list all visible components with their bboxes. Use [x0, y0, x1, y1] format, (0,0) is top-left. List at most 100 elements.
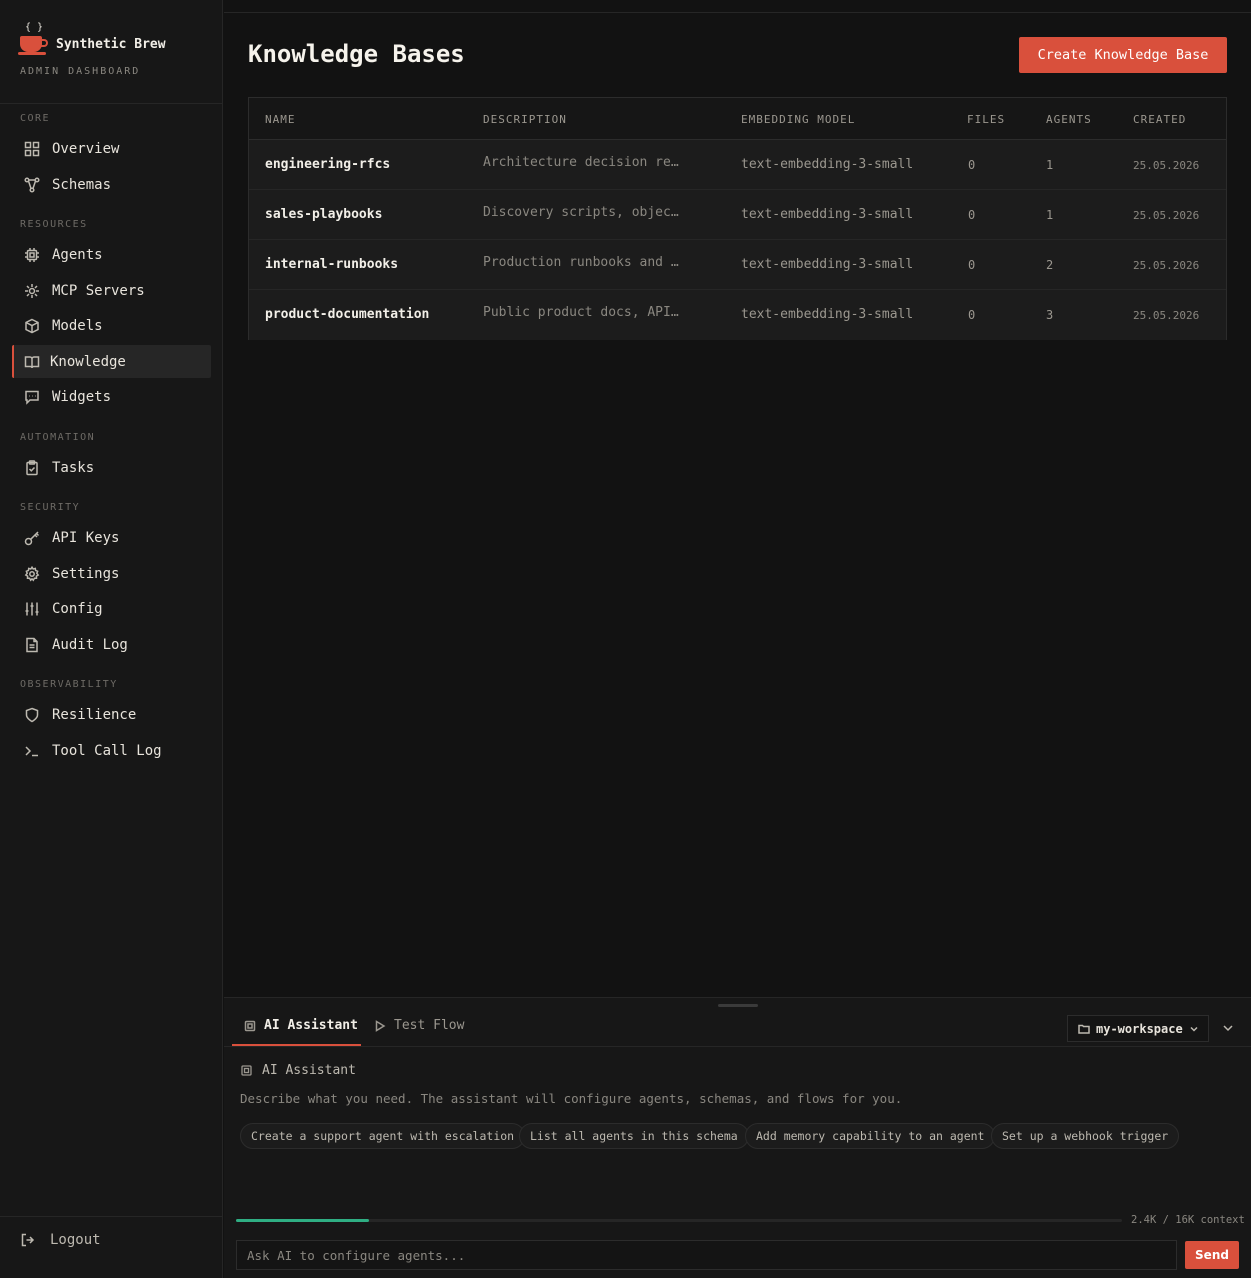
assistant-title: AI Assistant	[262, 1063, 356, 1078]
kb-description: Architecture decision re…	[483, 155, 679, 170]
kb-agents-count: 1	[1046, 208, 1054, 222]
sidebar-item-label: MCP Servers	[52, 282, 145, 299]
kb-description: Public product docs, API…	[483, 305, 679, 320]
chat-input[interactable]	[236, 1240, 1177, 1270]
sidebar-item-label: Settings	[52, 565, 120, 582]
column-header-files[interactable]: FILES	[967, 113, 1005, 126]
sidebar-item-knowledge[interactable]: Knowledge	[12, 345, 211, 378]
logout-button[interactable]: Logout	[20, 1232, 101, 1248]
sliders-icon	[12, 601, 52, 617]
kb-created-date: 25.05.2026	[1133, 209, 1200, 222]
column-header-agents[interactable]: AGENTS	[1046, 113, 1092, 126]
sidebar-item-label: Knowledge	[50, 353, 126, 370]
tab-ai-assistant[interactable]: AI Assistant	[244, 1018, 358, 1033]
clipboard-icon	[12, 459, 52, 476]
suggestion-chip[interactable]: Create a support agent with escalation	[240, 1123, 526, 1149]
kb-agents-count: 2	[1046, 258, 1054, 272]
kb-description: Production runbooks and …	[483, 255, 679, 270]
cube-icon	[12, 318, 52, 334]
context-usage-text: 2.4K / 16K context	[1131, 1214, 1245, 1226]
sidebar-item-tool-call-log[interactable]: Tool Call Log	[12, 734, 211, 767]
play-icon	[375, 1019, 386, 1032]
bot-icon	[244, 1020, 256, 1031]
table-row[interactable]: internal-runbooks Production runbooks an…	[249, 240, 1226, 290]
kb-created-date: 25.05.2026	[1133, 159, 1200, 172]
kb-agents-count: 1	[1046, 158, 1054, 172]
sidebar-item-settings[interactable]: Settings	[12, 557, 211, 590]
folder-icon	[1078, 1024, 1090, 1034]
divider	[0, 1216, 222, 1217]
assistant-panel: AI Assistant Test Flow my-workspace AI A…	[224, 997, 1251, 1278]
kb-name[interactable]: internal-runbooks	[265, 257, 398, 272]
kb-files-count: 0	[968, 308, 976, 322]
table-row[interactable]: engineering-rfcs Architecture decision r…	[249, 140, 1226, 190]
workspace-select[interactable]: my-workspace	[1067, 1015, 1209, 1042]
sidebar-item-models[interactable]: Models	[12, 309, 211, 342]
sidebar-item-label: Widgets	[52, 388, 112, 405]
table-row[interactable]: product-documentation Public product doc…	[249, 290, 1226, 340]
kb-name[interactable]: sales-playbooks	[265, 207, 382, 222]
kb-files-count: 0	[968, 208, 976, 222]
sidebar-item-label: API Keys	[52, 529, 120, 546]
coffee-cup-logo-icon: { }	[18, 22, 50, 56]
sidebar-item-label: Models	[52, 317, 103, 334]
plug-icon	[12, 283, 52, 299]
context-usage-bar	[236, 1219, 1122, 1222]
sidebar-item-label: Resilience	[52, 706, 137, 723]
sidebar-item-overview[interactable]: Overview	[12, 132, 211, 165]
key-icon	[12, 530, 52, 546]
sidebar-item-config[interactable]: Config	[12, 592, 211, 625]
sidebar-item-schemas[interactable]: Schemas	[12, 168, 211, 201]
column-header-embedding-model[interactable]: EMBEDDING MODEL	[741, 113, 855, 126]
sidebar-item-mcp-servers[interactable]: MCP Servers	[12, 274, 211, 307]
kb-name[interactable]: product-documentation	[265, 307, 429, 322]
suggestion-chip[interactable]: Add memory capability to an agent	[745, 1123, 996, 1149]
sidebar-item-label: Schemas	[52, 176, 112, 193]
sidebar-item-agents[interactable]: Agents	[12, 238, 211, 271]
sidebar-item-audit-log[interactable]: Audit Log	[12, 628, 211, 661]
chevron-down-icon	[1223, 1025, 1233, 1032]
knowledge-bases-table: NAME DESCRIPTION EMBEDDING MODEL FILES A…	[248, 97, 1227, 340]
send-button[interactable]: Send	[1185, 1241, 1239, 1269]
divider	[224, 1046, 1251, 1047]
grid-icon	[12, 141, 52, 157]
suggestion-chip[interactable]: List all agents in this schema	[519, 1123, 749, 1149]
sidebar-item-widgets[interactable]: Widgets	[12, 380, 211, 413]
sidebar: { } Synthetic Brew ADMIN DASHBOARD CORE …	[0, 0, 223, 1278]
kb-created-date: 25.05.2026	[1133, 309, 1200, 322]
chevron-down-icon	[1190, 1026, 1198, 1032]
brand: { } Synthetic Brew ADMIN DASHBOARD	[18, 22, 220, 82]
logout-icon	[21, 1233, 35, 1247]
terminal-icon	[12, 743, 52, 759]
brand-name: Synthetic Brew	[56, 37, 166, 52]
sidebar-item-label: Audit Log	[52, 636, 128, 653]
kb-name[interactable]: engineering-rfcs	[265, 157, 390, 172]
logout-label: Logout	[50, 1232, 101, 1248]
column-header-description[interactable]: DESCRIPTION	[483, 113, 567, 126]
message-icon	[12, 389, 52, 405]
suggestion-chip[interactable]: Set up a webhook trigger	[991, 1123, 1180, 1149]
sidebar-item-tasks[interactable]: Tasks	[12, 451, 211, 484]
panel-resize-handle[interactable]	[718, 1004, 758, 1007]
create-knowledge-base-button[interactable]: Create Knowledge Base	[1019, 37, 1227, 73]
column-header-created[interactable]: CREATED	[1133, 113, 1186, 126]
sidebar-item-label: Tool Call Log	[52, 742, 162, 759]
kb-files-count: 0	[968, 258, 976, 272]
context-usage-fill	[236, 1219, 369, 1222]
kb-embedding-model: text-embedding-3-small	[741, 157, 914, 172]
sidebar-item-api-keys[interactable]: API Keys	[12, 521, 211, 554]
gear-icon	[12, 565, 52, 582]
assistant-description: Describe what you need. The assistant wi…	[240, 1091, 903, 1106]
sidebar-item-label: Config	[52, 600, 103, 617]
bot-icon	[241, 1065, 252, 1076]
sidebar-item-resilience[interactable]: Resilience	[12, 698, 211, 731]
tab-test-flow[interactable]: Test Flow	[374, 1018, 464, 1033]
column-header-name[interactable]: NAME	[265, 113, 296, 126]
assistant-heading: AI Assistant	[241, 1063, 356, 1078]
collapse-panel-button[interactable]	[1222, 1022, 1236, 1036]
table-row[interactable]: sales-playbooks Discovery scripts, objec…	[249, 190, 1226, 240]
cpu-icon	[12, 247, 52, 263]
kb-embedding-model: text-embedding-3-small	[741, 257, 914, 272]
page-title: Knowledge Bases	[248, 40, 465, 68]
divider	[0, 103, 222, 104]
